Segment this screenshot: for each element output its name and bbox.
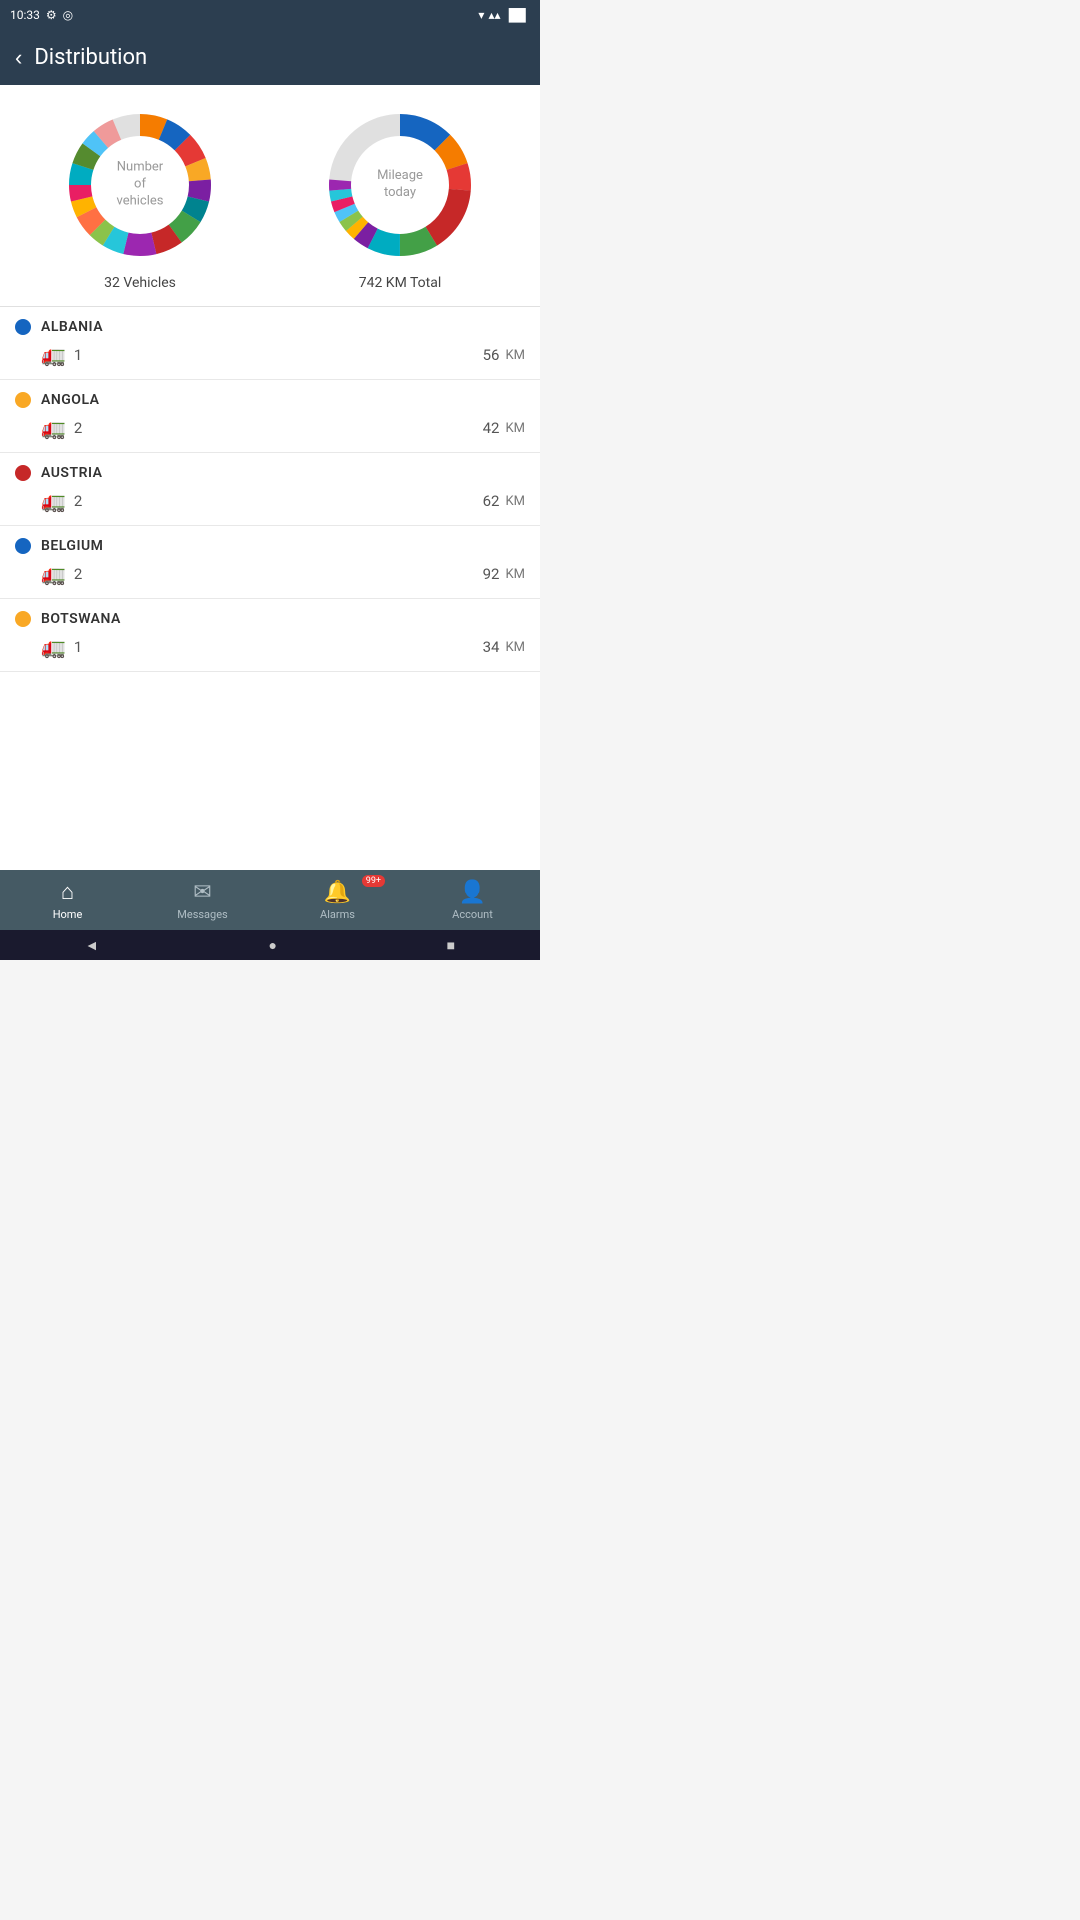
country-name: BOTSWANA: [41, 611, 121, 627]
status-bar: 10:33 ⚙ ◎ ▾ ▴▴ ▐█▌: [0, 0, 540, 30]
truck-icon: 🚛: [41, 489, 66, 513]
mileage-total-label: 742 KM Total: [359, 275, 442, 291]
mileage-value: 62: [483, 492, 500, 510]
home-icon: ⌂: [61, 879, 74, 905]
mileage-center-text: Mileage today: [377, 168, 423, 202]
back-button[interactable]: ‹: [15, 45, 22, 71]
nav-label-account: Account: [452, 908, 493, 921]
alarms-badge: 99+: [362, 875, 385, 887]
mileage-unit: KM: [505, 348, 525, 363]
home-android-button[interactable]: ●: [268, 937, 276, 954]
country-name: BELGIUM: [41, 538, 103, 554]
back-android-button[interactable]: ◄: [85, 937, 99, 954]
country-dot: [15, 392, 31, 408]
list-item[interactable]: AUSTRIA 🚛 2 62 KM: [0, 453, 540, 526]
time-display: 10:33: [10, 8, 40, 22]
mileage-value: 92: [483, 565, 500, 583]
mileage-unit: KM: [505, 494, 525, 509]
truck-icon: 🚛: [41, 635, 66, 659]
vehicle-count: 2: [74, 419, 82, 437]
list-item[interactable]: ANGOLA 🚛 2 42 KM: [0, 380, 540, 453]
vehicle-count: 1: [74, 346, 82, 364]
list-item[interactable]: BELGIUM 🚛 2 92 KM: [0, 526, 540, 599]
at-icon: ◎: [63, 8, 73, 22]
country-dot: [15, 538, 31, 554]
mileage-unit: KM: [505, 421, 525, 436]
vehicles-center-text: Number of vehicles: [117, 160, 164, 211]
nav-item-account[interactable]: 👤 Account: [405, 870, 540, 930]
truck-icon: 🚛: [41, 343, 66, 367]
nav-label-home: Home: [53, 908, 83, 921]
list-item[interactable]: ALBANIA 🚛 1 56 KM: [0, 307, 540, 380]
battery-icon: ▐█▌: [504, 8, 530, 22]
mileage-value: 56: [483, 346, 500, 364]
vehicle-count: 1: [74, 638, 82, 656]
mileage-chart: Mileage today 742 KM Total: [320, 105, 480, 291]
vehicle-count: 2: [74, 492, 82, 510]
nav-label-alarms: Alarms: [320, 908, 355, 921]
wifi-icon: ▾: [478, 8, 484, 22]
gear-icon: ⚙: [46, 8, 57, 22]
vehicle-count: 2: [74, 565, 82, 583]
nav-item-messages[interactable]: ✉ Messages: [135, 870, 270, 930]
country-dot: [15, 465, 31, 481]
nav-item-home[interactable]: ⌂ Home: [0, 870, 135, 930]
charts-section: Number of vehicles 32 Vehicles: [0, 85, 540, 306]
country-name: ALBANIA: [41, 319, 103, 335]
country-dot: [15, 611, 31, 627]
truck-icon: 🚛: [41, 562, 66, 586]
vehicles-total-label: 32 Vehicles: [104, 275, 176, 291]
mileage-unit: KM: [505, 640, 525, 655]
page-header: ‹ Distribution: [0, 30, 540, 85]
mileage-unit: KM: [505, 567, 525, 582]
alarms-icon: 🔔: [324, 880, 351, 905]
list-item[interactable]: BOTSWANA 🚛 1 34 KM: [0, 599, 540, 672]
nav-item-alarms[interactable]: 🔔 Alarms 99+: [270, 870, 405, 930]
recents-android-button[interactable]: ■: [447, 937, 455, 954]
account-icon: 👤: [459, 880, 486, 905]
messages-icon: ✉: [193, 880, 211, 905]
android-nav-bar: ◄ ● ■: [0, 930, 540, 960]
country-name: AUSTRIA: [41, 465, 102, 481]
country-list: ALBANIA 🚛 1 56 KM ANGOLA 🚛 2 42: [0, 307, 540, 902]
country-dot: [15, 319, 31, 335]
mileage-value: 42: [483, 419, 500, 437]
country-name: ANGOLA: [41, 392, 100, 408]
bottom-navigation: ⌂ Home ✉ Messages 🔔 Alarms 99+ 👤 Account: [0, 870, 540, 930]
page-title: Distribution: [34, 45, 147, 70]
signal-icon: ▴▴: [488, 8, 500, 22]
mileage-value: 34: [483, 638, 500, 656]
vehicles-chart: Number of vehicles 32 Vehicles: [60, 105, 220, 291]
nav-label-messages: Messages: [177, 908, 227, 921]
truck-icon: 🚛: [41, 416, 66, 440]
